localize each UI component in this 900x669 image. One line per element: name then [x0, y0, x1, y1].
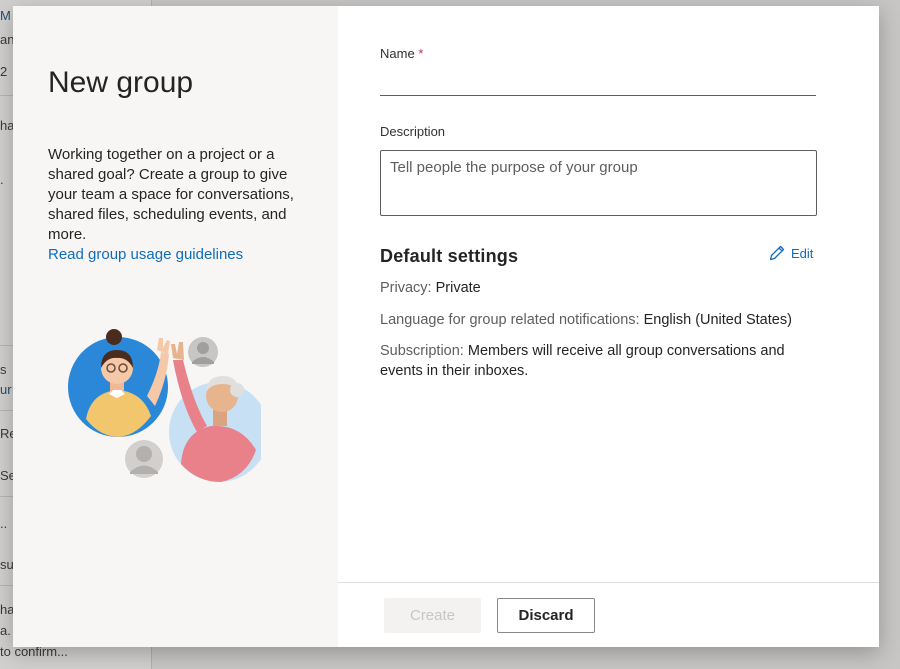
language-value: English (United States): [643, 312, 792, 328]
privacy-value: Private: [435, 280, 481, 296]
discard-button[interactable]: Discard: [497, 598, 595, 633]
default-settings-title: Default settings: [380, 246, 519, 266]
group-description-input[interactable]: [380, 150, 817, 216]
background-fragment: ur: [0, 382, 12, 397]
name-label: Name *: [380, 46, 423, 61]
subscription-label: Subscription:: [380, 343, 464, 359]
background-fragment: .: [0, 172, 4, 187]
background-fragment: M: [0, 8, 11, 23]
required-marker: *: [418, 46, 424, 61]
new-group-dialog: New group Working together on a project …: [13, 6, 879, 647]
background-fragment: 2: [0, 64, 8, 79]
background-fragment: s: [0, 362, 7, 377]
description-label: Description: [380, 124, 446, 139]
privacy-label: Privacy:: [380, 280, 432, 296]
pencil-icon: [769, 245, 785, 261]
dialog-footer: Create Discard: [338, 582, 879, 647]
language-setting: Language for group related notifications…: [380, 310, 820, 330]
group-people-illustration: [68, 329, 261, 482]
dialog-form-pane: Name * Description Default settings Edit…: [338, 6, 879, 647]
dialog-title: New group: [48, 66, 194, 99]
create-button[interactable]: Create: [384, 598, 481, 633]
background-fragment: ..: [0, 516, 8, 531]
dialog-info-pane: New group Working together on a project …: [13, 6, 338, 647]
language-label: Language for group related notifications…: [380, 312, 640, 328]
edit-label: Edit: [791, 245, 814, 261]
background-fragment: su: [0, 557, 14, 572]
privacy-setting: Privacy: Private: [380, 278, 820, 298]
subscription-setting: Subscription: Members will receive all g…: [380, 341, 810, 381]
intro-text: Working together on a project or a share…: [48, 146, 294, 243]
background-fragment: a.: [0, 623, 11, 638]
group-name-input[interactable]: [380, 70, 816, 96]
group-guidelines-link[interactable]: Read group usage guidelines: [48, 245, 243, 265]
edit-settings-button[interactable]: Edit: [768, 244, 813, 262]
name-label-text: Name: [380, 46, 415, 61]
